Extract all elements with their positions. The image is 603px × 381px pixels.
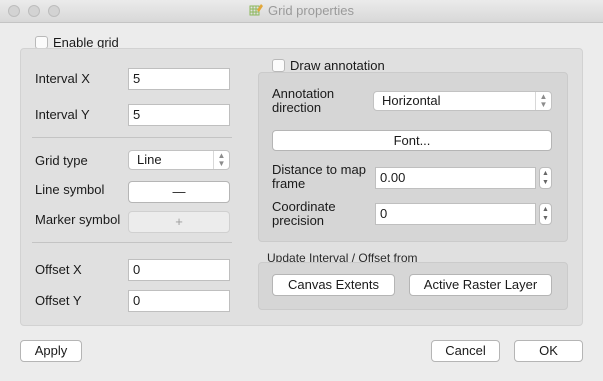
distance-to-frame-label: Distance to map frame — [272, 162, 366, 191]
distance-stepper[interactable]: ▲ ▼ — [539, 167, 552, 189]
annotation-direction-value: Horizontal — [382, 93, 441, 108]
offset-y-label: Offset Y — [35, 293, 82, 308]
window-title-area: Grid properties — [0, 3, 603, 18]
interval-y-label: Interval Y — [35, 107, 90, 122]
distance-to-frame-input[interactable]: 0.00 — [375, 167, 536, 189]
font-button[interactable]: Font... — [272, 130, 552, 151]
title-bar: Grid properties — [0, 0, 603, 23]
annotation-direction-label: Annotation direction — [272, 86, 335, 115]
active-raster-layer-button[interactable]: Active Raster Layer — [409, 274, 552, 296]
window-title: Grid properties — [268, 3, 354, 18]
cancel-button[interactable]: Cancel — [431, 340, 500, 362]
line-symbol-button[interactable]: — — [128, 181, 230, 203]
offset-y-input[interactable]: 0 — [128, 290, 230, 312]
line-symbol-label: Line symbol — [35, 182, 105, 197]
divider — [32, 242, 232, 243]
grid-type-label: Grid type — [35, 153, 88, 168]
apply-button[interactable]: Apply — [20, 340, 82, 362]
ok-button[interactable]: OK — [514, 340, 583, 362]
annotation-direction-select[interactable]: Horizontal ▲ ▼ — [373, 91, 552, 111]
marker-symbol-label: Marker symbol — [35, 212, 121, 227]
offset-x-input[interactable]: 0 — [128, 259, 230, 281]
grid-type-select[interactable]: Line ▲ ▼ — [128, 150, 230, 170]
offset-x-label: Offset X — [35, 262, 82, 277]
interval-x-input[interactable]: 5 — [128, 68, 230, 90]
grid-pencil-icon — [249, 4, 263, 16]
chevron-updown-icon: ▲ ▼ — [535, 92, 551, 110]
interval-y-input[interactable]: 5 — [128, 104, 230, 126]
marker-symbol-button[interactable]: + — [128, 211, 230, 233]
divider — [32, 137, 232, 138]
precision-stepper[interactable]: ▲ ▼ — [539, 203, 552, 225]
interval-x-label: Interval X — [35, 71, 90, 86]
draw-annotation-label: Draw annotation — [290, 58, 385, 73]
coordinate-precision-input[interactable]: 0 — [375, 203, 536, 225]
canvas-extents-button[interactable]: Canvas Extents — [272, 274, 395, 296]
grid-type-value: Line — [137, 152, 162, 167]
coordinate-precision-label: Coordinate precision — [272, 199, 336, 228]
draw-annotation-checkbox[interactable] — [272, 59, 285, 72]
chevron-updown-icon: ▲ ▼ — [213, 151, 229, 169]
